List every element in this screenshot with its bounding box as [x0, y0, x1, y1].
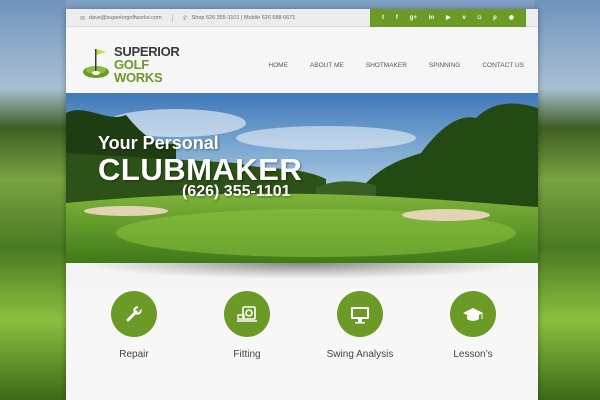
- main-nav: HOME ABOUT ME SHOTMAKER SPINNING CONTACT…: [268, 62, 524, 69]
- wrench-icon: [126, 306, 142, 322]
- hero-phone: (626) 355-1101: [182, 183, 291, 200]
- nav-item-contact-us[interactable]: CONTACT US: [482, 62, 524, 69]
- logo-text: SUPERIOR GOLF WORKS: [114, 45, 192, 84]
- nav-item-about-me[interactable]: ABOUT ME: [310, 62, 344, 69]
- background-left: [0, 0, 66, 400]
- services-section: Repair Fitting Swing Analysis Lesson’s: [66, 287, 538, 400]
- social-bar: t f g+ in ▶ v ◘ p ◉: [370, 9, 526, 27]
- email-icon: ✉: [80, 15, 86, 22]
- instagram-icon[interactable]: ◘: [478, 9, 482, 27]
- google-plus-icon[interactable]: g+: [410, 9, 417, 27]
- service-circle[interactable]: [337, 291, 383, 337]
- website-page: ✉ dave@superiorgolfworks.com ✆ Shop 626 …: [66, 9, 538, 400]
- email-link[interactable]: dave@superiorgolfworks.com: [89, 15, 162, 21]
- pinterest-icon[interactable]: p: [493, 9, 497, 27]
- service-fitting[interactable]: Fitting: [202, 291, 292, 360]
- contact-info: ✉ dave@superiorgolfworks.com ✆ Shop 626 …: [80, 9, 295, 27]
- service-repair[interactable]: Repair: [89, 291, 179, 360]
- fitting-icon: [237, 306, 257, 322]
- rss-icon[interactable]: ◉: [509, 9, 514, 27]
- service-circle[interactable]: [450, 291, 496, 337]
- service-label: Fitting: [233, 349, 261, 360]
- monitor-icon: [351, 307, 369, 324]
- linkedin-icon[interactable]: in: [429, 9, 434, 27]
- twitter-icon[interactable]: t: [382, 9, 384, 27]
- hero-text: Your Personal CLUBMAKER (626) 355-1101: [98, 133, 302, 201]
- hero-shadow: [86, 263, 518, 279]
- divider: [171, 14, 173, 22]
- service-circle[interactable]: [111, 291, 157, 337]
- logo-line-2: GOLF WORKS: [114, 57, 163, 85]
- service-label: Swing Analysis: [326, 349, 394, 360]
- service-circle[interactable]: [224, 291, 270, 337]
- nav-item-shotmaker[interactable]: SHOTMAKER: [366, 62, 407, 69]
- site-logo[interactable]: SUPERIOR GOLF WORKS: [82, 43, 192, 84]
- hero-banner: Your Personal CLUBMAKER (626) 355-1101: [66, 93, 538, 263]
- site-header: SUPERIOR GOLF WORKS HOME ABOUT ME SHOTMA…: [66, 27, 538, 93]
- hero-line-1: Your Personal: [98, 133, 219, 153]
- phone-text: Shop 626 355-1101 | Mobile 626 688 6671: [191, 15, 296, 21]
- youtube-icon[interactable]: ▶: [446, 9, 451, 27]
- phone-icon: ✆: [182, 15, 188, 22]
- service-swing-analysis[interactable]: Swing Analysis: [315, 291, 405, 360]
- facebook-icon[interactable]: f: [396, 9, 398, 27]
- top-bar: ✉ dave@superiorgolfworks.com ✆ Shop 626 …: [66, 9, 538, 27]
- service-lessons[interactable]: Lesson’s: [428, 291, 518, 360]
- vimeo-icon[interactable]: v: [462, 9, 465, 27]
- nav-item-home[interactable]: HOME: [268, 62, 288, 69]
- background-right: [534, 0, 600, 400]
- graduation-cap-icon: [463, 308, 483, 321]
- service-label: Repair: [119, 349, 149, 360]
- service-label: Lesson’s: [453, 349, 493, 360]
- nav-item-spinning[interactable]: SPINNING: [429, 62, 460, 69]
